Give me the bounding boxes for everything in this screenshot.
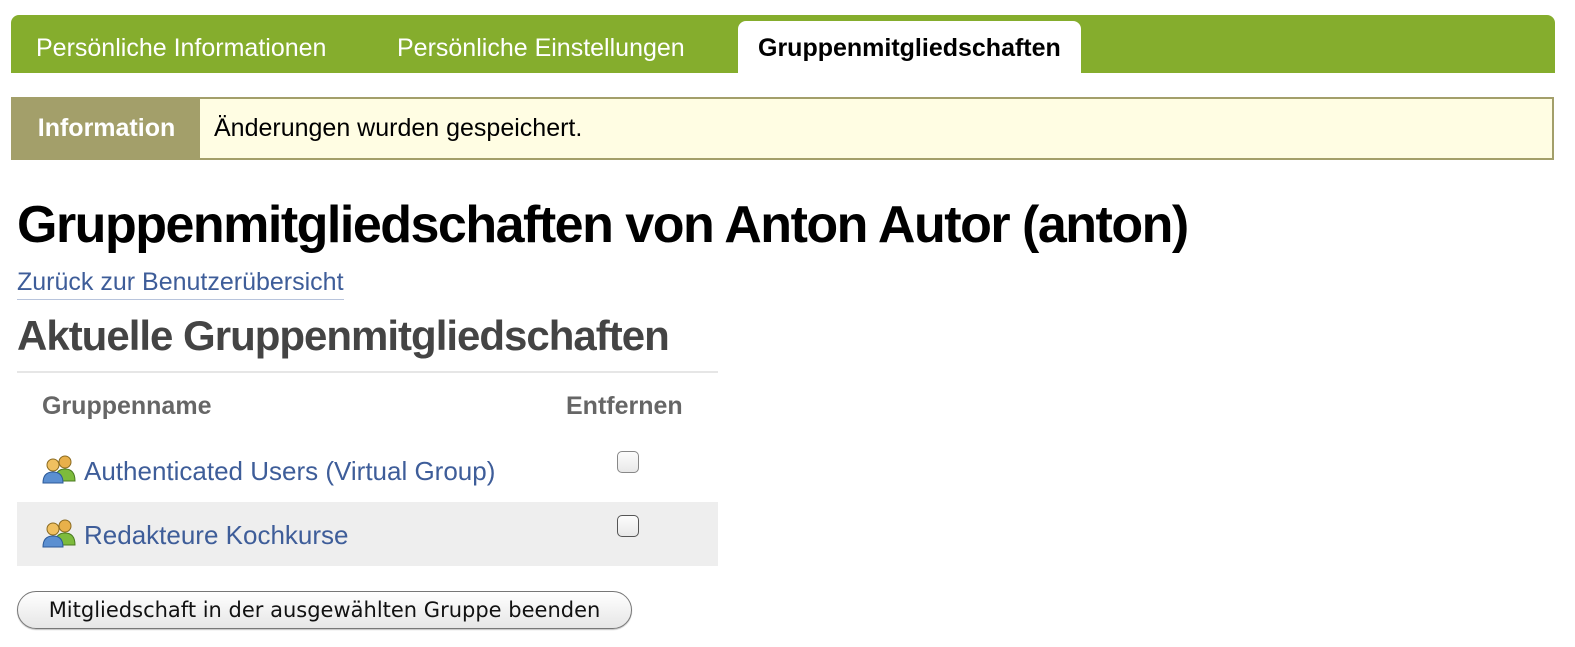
table-row: Authenticated Users (Virtual Group) (17, 438, 718, 502)
group-icon (42, 519, 76, 548)
group-link-redakteure-kochkurse[interactable]: Redakteure Kochkurse (84, 502, 348, 568)
page-title: Gruppenmitgliedschaften von Anton Autor … (17, 196, 1189, 254)
section-title: Aktuelle Gruppenmitgliedschaften (17, 312, 670, 359)
back-to-user-overview-link[interactable]: Zurück zur Benutzerübersicht (17, 268, 344, 300)
tab-bar: Persönliche Informationen Persönliche Ei… (11, 15, 1555, 73)
tab-group-memberships[interactable]: Gruppenmitgliedschaften (738, 21, 1081, 73)
column-header-group-name: Gruppenname (42, 392, 212, 420)
info-message-box: Information Änderungen wurden gespeicher… (11, 97, 1554, 160)
section-divider (17, 371, 718, 373)
group-link-authenticated-users[interactable]: Authenticated Users (Virtual Group) (84, 438, 495, 504)
table-row: Redakteure Kochkurse (17, 502, 718, 566)
tab-personal-settings[interactable]: Persönliche Einstellungen (397, 15, 685, 73)
column-header-remove: Entfernen (566, 392, 683, 420)
remove-checkbox[interactable] (617, 451, 639, 473)
info-label: Information (13, 99, 200, 158)
group-icon (42, 455, 76, 484)
remove-checkbox[interactable] (617, 515, 639, 537)
info-message: Änderungen wurden gespeichert. (214, 114, 583, 142)
end-membership-button[interactable]: Mitgliedschaft in der ausgewählten Grupp… (17, 591, 632, 629)
tab-personal-information[interactable]: Persönliche Informationen (36, 15, 326, 73)
